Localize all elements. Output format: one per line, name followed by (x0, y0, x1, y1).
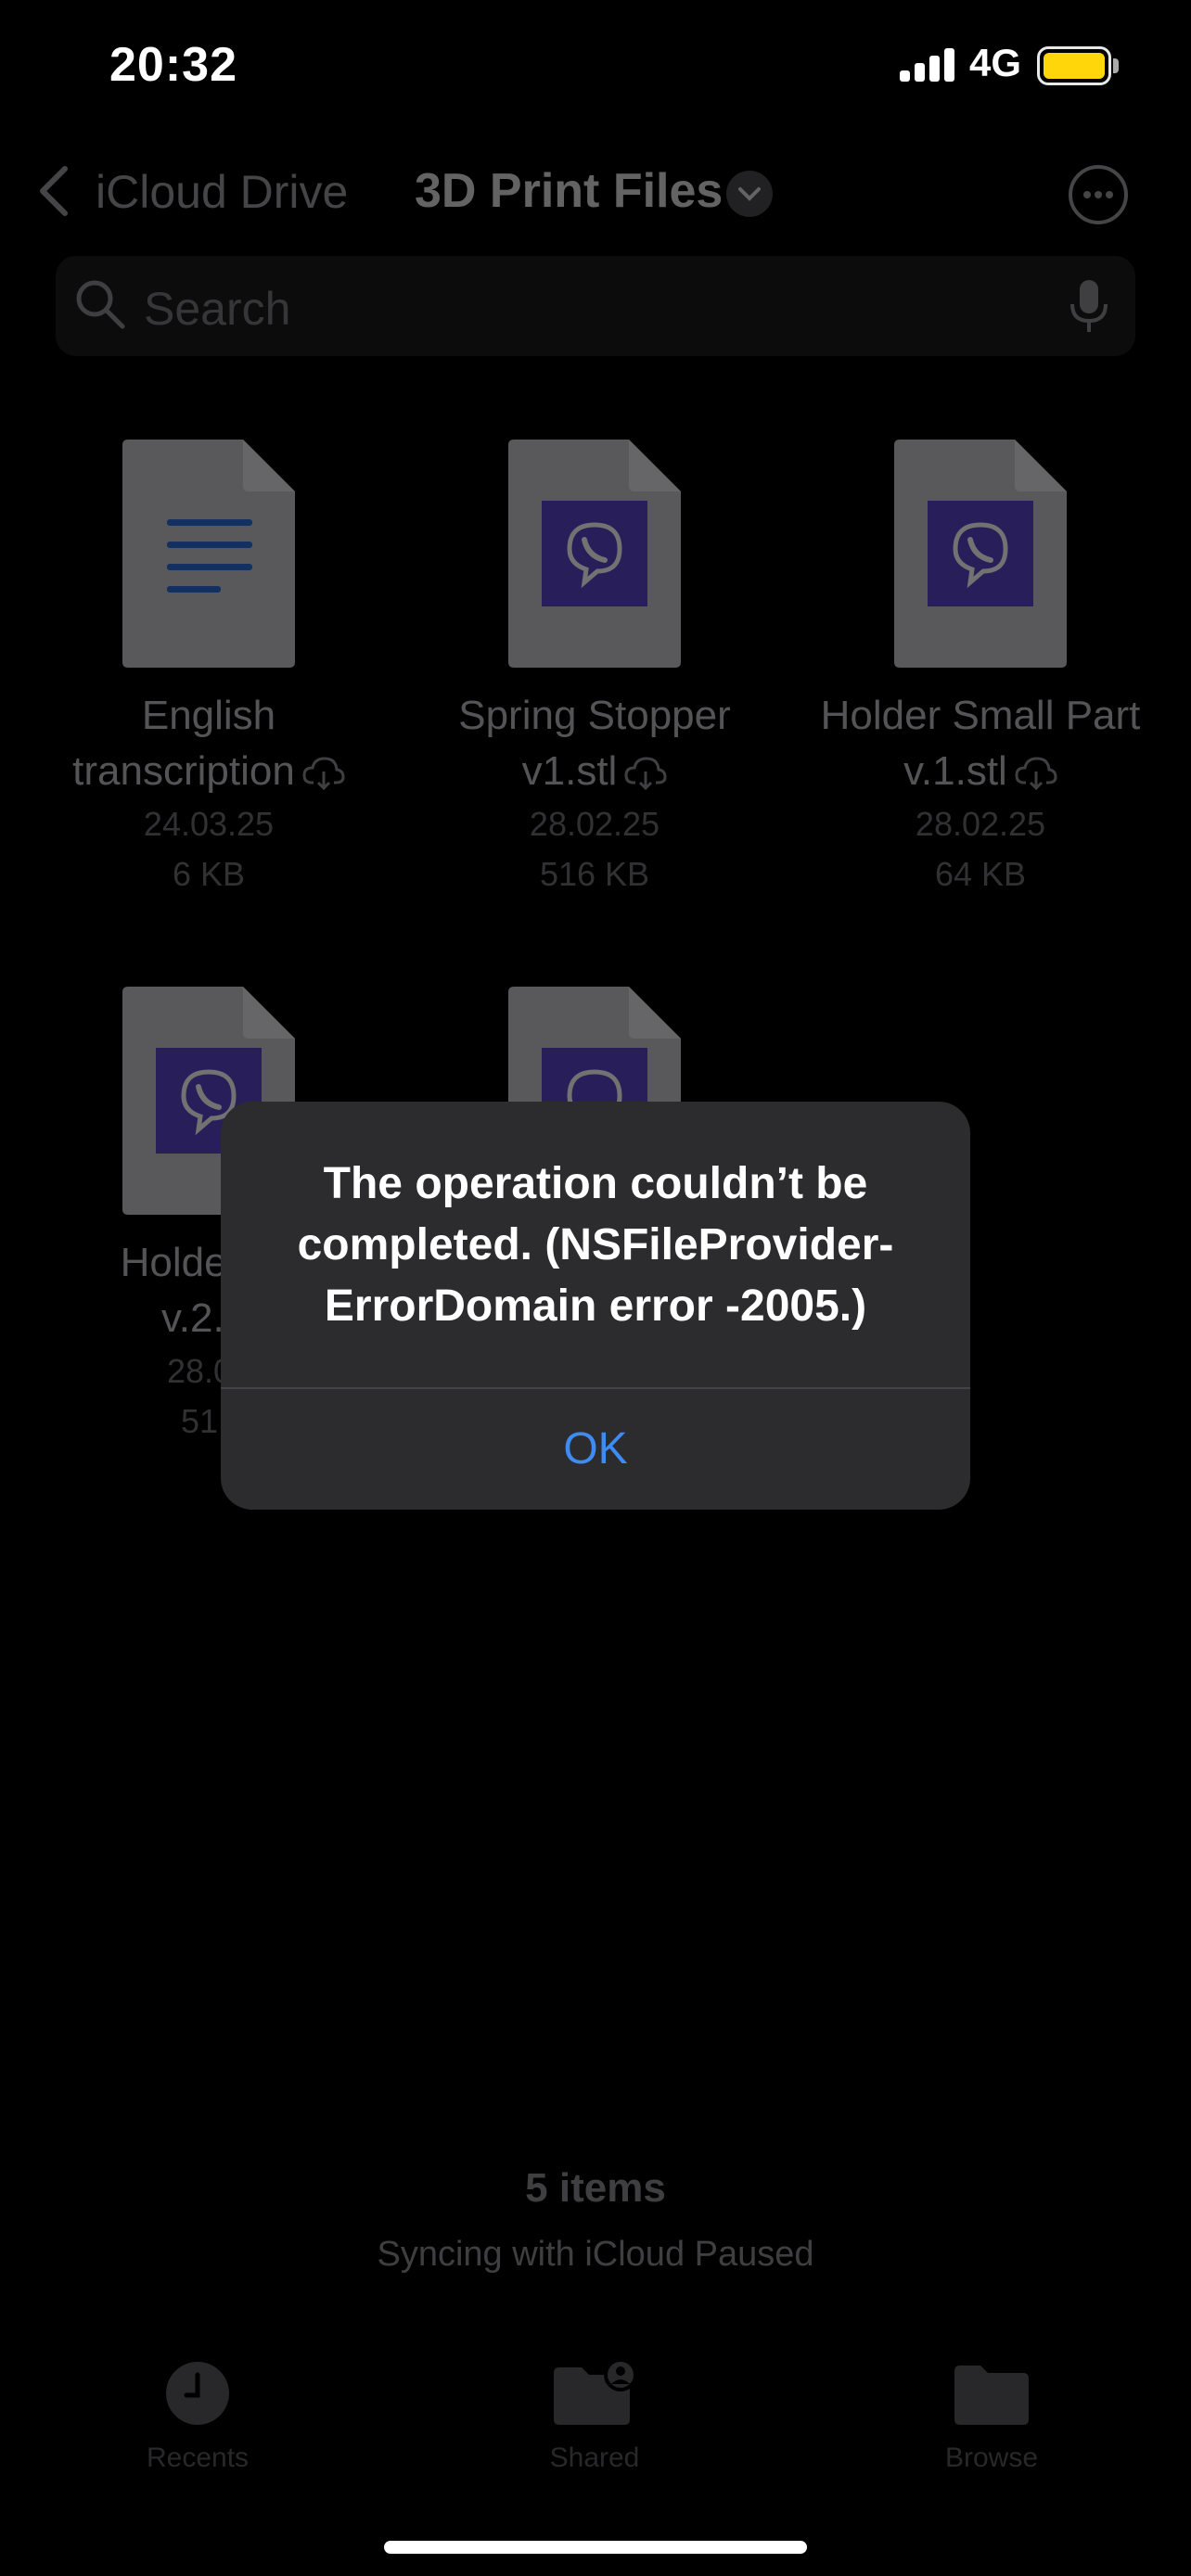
file-date: 28.02.25 (915, 805, 1046, 843)
file-date: 24.03.25 (143, 805, 275, 843)
file-name: English transcription (42, 688, 376, 799)
error-alert: The operation couldn’t be completed. (NS… (221, 1102, 970, 1510)
file-date: 28.02.25 (529, 805, 660, 843)
file-item[interactable]: Holder Small Part v.1.stl 28.02.25 64 KB (813, 440, 1147, 899)
back-chevron-icon[interactable] (37, 165, 70, 217)
title-menu-chevron-icon[interactable] (726, 171, 773, 217)
file-item[interactable]: Spring Stopper v1.stl 28.02.25 516 KB (428, 440, 762, 899)
signal-icon (900, 48, 955, 82)
sync-status: Syncing with iCloud Paused (377, 2235, 814, 2274)
tab-label: Recents (146, 2442, 250, 2473)
text-document-icon (122, 440, 295, 668)
battery-cap (1113, 58, 1119, 73)
status-time: 20:32 (109, 38, 237, 92)
page-title[interactable]: 3D Print Files (415, 163, 723, 219)
search-input[interactable]: Search (144, 282, 290, 336)
viber-file-icon (508, 440, 681, 668)
back-button[interactable]: iCloud Drive (96, 165, 348, 219)
file-size: 516 KB (539, 855, 650, 893)
ok-button[interactable]: OK (221, 1389, 970, 1510)
file-size: 64 KB (934, 855, 1027, 893)
cloud-download-icon (624, 757, 667, 791)
cloud-download-icon (1015, 757, 1057, 791)
file-name: Spring Stopper v1.stl (458, 693, 731, 794)
tab-label: Shared (549, 2442, 640, 2473)
clock-icon (166, 2362, 229, 2425)
viber-file-icon (894, 440, 1067, 668)
cloud-download-icon (302, 757, 345, 791)
items-count: 5 items (525, 2165, 666, 2211)
search-icon (76, 280, 125, 329)
file-item[interactable]: English transcription 24.03.25 6 KB (42, 440, 376, 899)
home-indicator[interactable] (384, 2541, 807, 2554)
battery-icon (1037, 46, 1111, 85)
file-size: 6 KB (172, 855, 246, 893)
file-name: Holder Small Part v.1.stl (820, 693, 1141, 794)
tab-browse[interactable]: Browse (890, 2360, 1094, 2474)
microphone-icon[interactable] (1069, 278, 1109, 336)
tab-recents[interactable]: Recents (96, 2360, 300, 2474)
shared-folder-icon (554, 2358, 637, 2425)
network-type: 4G (969, 41, 1022, 84)
tab-shared[interactable]: Shared (493, 2358, 697, 2474)
tab-label: Browse (944, 2442, 1039, 2473)
alert-message: The operation couldn’t be completed. (NS… (297, 1159, 894, 1331)
more-options-button[interactable] (1069, 165, 1128, 224)
folder-icon (954, 2366, 1029, 2425)
